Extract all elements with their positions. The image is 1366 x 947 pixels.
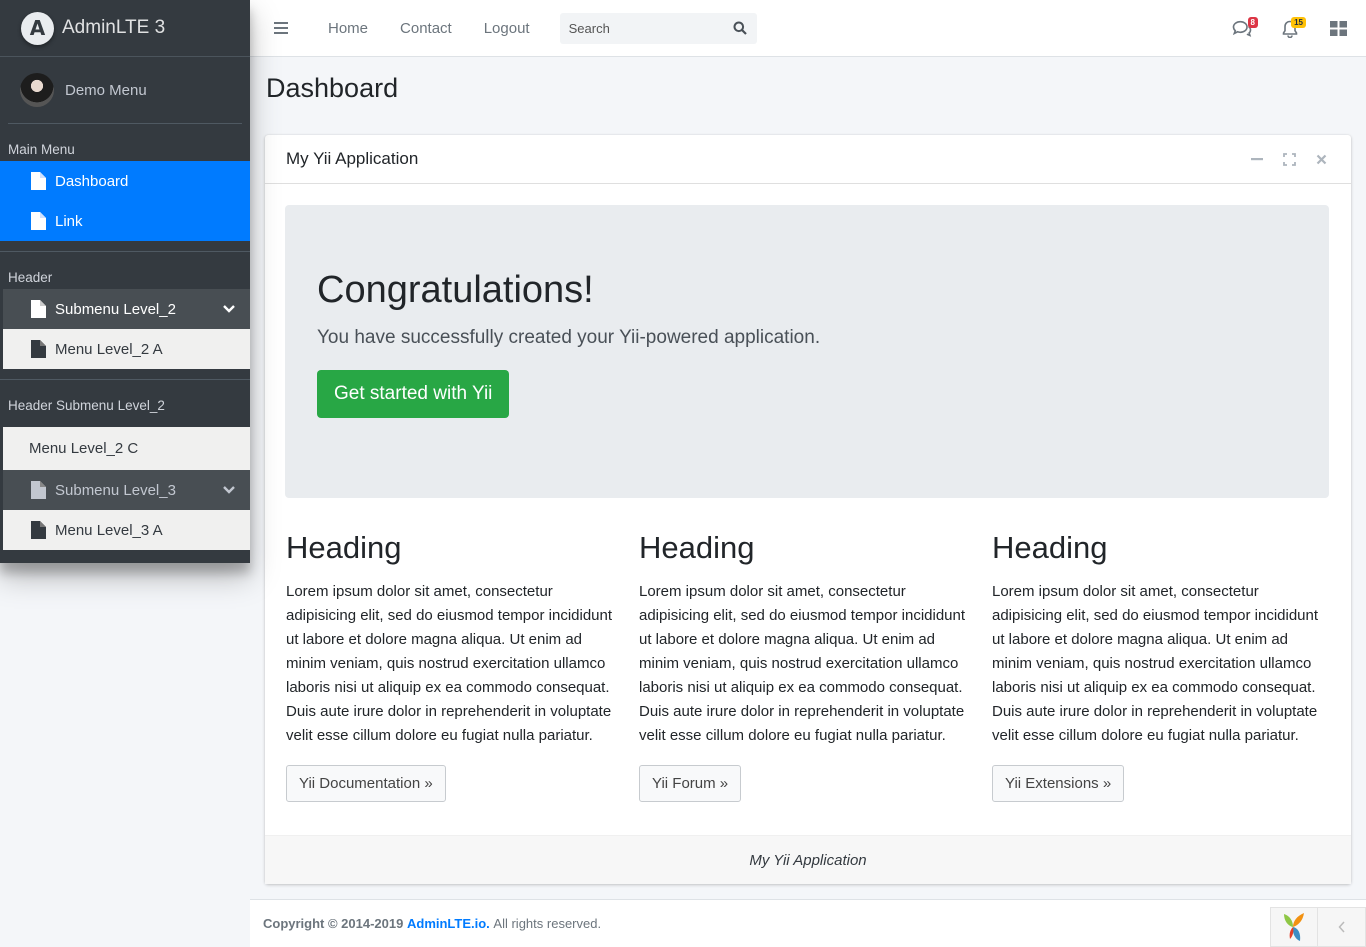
hamburger-menu-icon[interactable] <box>274 22 288 34</box>
search-input[interactable] <box>559 12 725 44</box>
logo-letter: A <box>29 16 46 40</box>
sidebar-item-menu-level-2c[interactable]: Menu Level_2 C <box>3 427 250 470</box>
remove-card-button[interactable] <box>1305 147 1337 171</box>
adminlte-logo-icon: A <box>21 11 54 45</box>
search-button[interactable] <box>725 13 755 44</box>
chevron-down-icon <box>223 305 235 313</box>
close-icon <box>1316 154 1326 164</box>
yii-documentation-button[interactable]: Yii Documentation » <box>286 765 446 802</box>
column-heading: Heading <box>992 530 1108 565</box>
toolbar-collapse-button[interactable] <box>1318 907 1366 947</box>
content-column-2: Heading Lorem ipsum dolor sit amet, cons… <box>639 530 977 802</box>
messages-badge: 8 <box>1247 17 1258 28</box>
column-body: Lorem ipsum dolor sit amet, consectetur … <box>992 583 1319 744</box>
yii-forum-button[interactable]: Yii Forum » <box>639 765 742 802</box>
sidebar-item-label: Menu Level_2 C <box>29 440 139 457</box>
main-sidebar: A AdminLTE 3 Demo Menu Main Menu Dashboa… <box>0 0 250 563</box>
navbar-right-icons: 8 15 <box>1218 0 1366 57</box>
sidebar-item-label: Dashboard <box>55 172 129 190</box>
sidebar-item-menu-level-2a[interactable]: Menu Level_2 A <box>3 329 250 369</box>
sidebar-item-submenu-level-2[interactable]: Submenu Level_2 <box>3 289 250 329</box>
nav-link-contact[interactable]: Contact <box>400 20 452 37</box>
sidebar-item-link[interactable]: Link <box>0 201 250 241</box>
messages-button[interactable]: 8 <box>1218 0 1266 57</box>
get-started-button[interactable]: Get started with Yii <box>317 370 510 418</box>
file-icon <box>31 212 46 230</box>
chevron-left-icon <box>1337 921 1345 933</box>
jumbotron: Congratulations! You have successfully c… <box>285 205 1329 498</box>
adminlte-link[interactable]: AdminLTE.io. <box>407 916 490 931</box>
user-name-link[interactable]: Demo Menu <box>65 82 147 99</box>
file-icon <box>31 172 46 190</box>
yii-extensions-button[interactable]: Yii Extensions » <box>992 765 1125 802</box>
notifications-badge: 15 <box>1291 17 1306 28</box>
application-card: My Yii Application Congratulations! You … <box>265 135 1351 884</box>
file-icon <box>31 521 46 539</box>
card-tools <box>1241 147 1337 171</box>
content-column-3: Heading Lorem ipsum dolor sit amet, cons… <box>992 530 1330 802</box>
expand-icon <box>1282 152 1296 166</box>
sidebar-item-submenu-level-3[interactable]: Submenu Level_3 <box>3 470 250 510</box>
brand-link[interactable]: A AdminLTE 3 <box>0 0 250 57</box>
search-icon <box>733 21 747 35</box>
collapse-card-button[interactable] <box>1241 147 1273 171</box>
main-footer: Copyright © 2014-2019 AdminLTE.io. All r… <box>250 899 1366 947</box>
card-header: My Yii Application <box>265 135 1351 184</box>
minus-icon <box>1251 158 1263 161</box>
navbar-search <box>559 12 757 44</box>
file-icon <box>31 340 46 358</box>
apps-button[interactable] <box>1314 0 1362 57</box>
nav-header-submenu: Header Submenu Level_2 <box>8 398 165 413</box>
sidebar-item-label: Menu Level_2 A <box>55 340 163 358</box>
top-navbar: Home Contact Logout 8 15 <box>250 0 1366 57</box>
nav-link-home[interactable]: Home <box>328 20 368 37</box>
sidebar-item-label: Link <box>55 212 83 230</box>
column-body: Lorem ipsum dolor sit amet, consectetur … <box>286 583 613 744</box>
sidebar-item-label: Submenu Level_2 <box>55 300 176 318</box>
page-title: Dashboard <box>266 73 399 103</box>
nav-link-logout[interactable]: Logout <box>484 20 530 37</box>
yii-logo-icon <box>1284 913 1304 941</box>
yii-debug-toolbar-logo[interactable] <box>1270 907 1318 947</box>
notifications-button[interactable]: 15 <box>1266 0 1314 57</box>
brand-text: AdminLTE 3 <box>62 17 166 38</box>
rights-text: All rights reserved. <box>493 916 602 931</box>
maximize-card-button[interactable] <box>1273 147 1305 171</box>
content-column-1: Heading Lorem ipsum dolor sit amet, cons… <box>286 530 624 802</box>
avatar <box>20 73 54 107</box>
grid-icon <box>1329 21 1347 36</box>
sidebar-item-label: Submenu Level_3 <box>55 481 176 499</box>
column-heading: Heading <box>639 530 755 565</box>
sidebar-item-label: Menu Level_3 A <box>55 521 163 539</box>
copyright-text: Copyright © 2014-2019 <box>263 916 404 931</box>
column-body: Lorem ipsum dolor sit amet, consectetur … <box>639 583 966 744</box>
user-panel: Demo Menu <box>8 57 242 124</box>
jumbotron-heading: Congratulations! <box>317 269 594 311</box>
nav-header-header: Header <box>8 270 53 285</box>
chevron-down-icon <box>223 486 235 494</box>
file-icon <box>31 300 46 318</box>
file-icon <box>31 481 46 499</box>
card-title: My Yii Application <box>286 149 419 168</box>
nav-header-main-menu: Main Menu <box>8 142 75 157</box>
sidebar-item-dashboard[interactable]: Dashboard <box>0 161 250 201</box>
sidebar-item-menu-level-3a[interactable]: Menu Level_3 A <box>3 510 250 550</box>
card-footer: My Yii Application <box>265 835 1351 884</box>
column-heading: Heading <box>286 530 402 565</box>
jumbotron-lead: You have successfully created your Yii-p… <box>317 327 821 348</box>
